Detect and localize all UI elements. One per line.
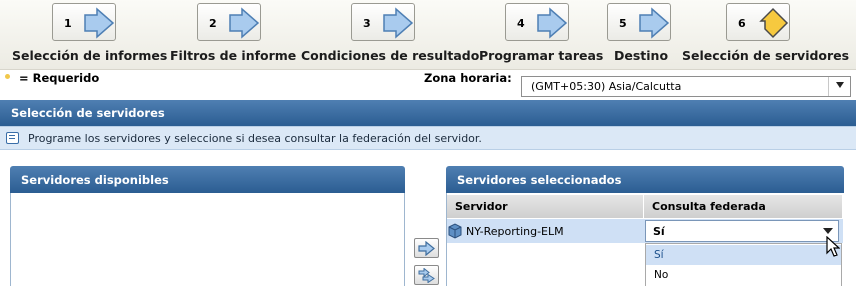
step-5-label: Destino [614,48,669,63]
table-row[interactable]: NY-Reporting-ELM Sí [447,219,843,243]
required-legend: = Requerido [19,71,100,85]
option-yes[interactable]: Sí [646,245,841,265]
federated-query-select[interactable]: Sí [645,220,839,242]
column-header-server[interactable]: Servidor [447,195,644,218]
timezone-label: Zona horaria: [424,71,512,85]
database-icon [448,223,462,239]
arrow-right-icon [537,7,568,39]
add-server-button[interactable] [414,238,439,258]
step-1-number: 1 [64,17,72,30]
wizard-steps: 1 Selección de informes 2 Filtros de inf… [0,0,856,70]
mouse-cursor-icon [826,236,840,257]
arrow-right-icon [229,7,260,39]
step-4-number: 4 [517,17,525,30]
arrow-right-icon [383,7,414,39]
step-3-number: 3 [363,17,371,30]
chevron-down-icon [823,228,833,234]
step-4[interactable]: 4 Programar tareas [478,3,603,67]
timezone-select[interactable]: (GMT+05:30) Asia/Calcutta [521,76,851,97]
message-icon [6,132,19,144]
step-2-box[interactable]: 2 [197,3,261,41]
step-3-box[interactable]: 3 [351,3,415,41]
federated-options-list: Sí No [645,243,842,286]
arrow-right-icon [418,241,435,256]
federated-query-value: Sí [653,225,665,238]
step-2-number: 2 [209,17,217,30]
info-bar: Programe los servidores y seleccione si … [0,126,856,150]
server-name: NY-Reporting-ELM [466,225,564,238]
section-title: Selección de servidores [0,100,856,126]
arrow-right-icon [639,7,670,39]
arrow-right-icon [84,7,115,39]
step-6-box[interactable]: 6 [726,3,790,41]
selected-servers-header: Servidores seleccionados [446,166,844,193]
add-all-servers-button[interactable] [414,265,439,285]
timezone-value: (GMT+05:30) Asia/Calcutta [531,80,682,93]
column-header-federated[interactable]: Consulta federada [644,195,843,218]
step-1-box[interactable]: 1 [52,3,116,41]
step-3[interactable]: 3 Condiciones de resultado [300,3,479,67]
chevron-down-icon [836,82,844,88]
step-4-label: Programar tareas [479,48,604,63]
step-5-box[interactable]: 5 [607,3,671,41]
step-5-number: 5 [619,17,627,30]
available-servers-list[interactable] [10,193,405,286]
step-6[interactable]: 6 Selección de servidores [682,3,852,67]
step-2-label: Filtros de informe [170,48,297,63]
step-5[interactable]: 5 Destino [607,3,677,67]
step-2[interactable]: 2 Filtros de informe [170,3,296,67]
timezone-dropdown-button[interactable] [828,77,850,96]
step-3-label: Condiciones de resultado [301,48,480,63]
step-1-label: Selección de informes [12,48,168,63]
step-6-number: 6 [738,17,746,30]
step-1[interactable]: 1 Selección de informes [0,3,170,67]
double-arrow-right-icon [418,268,435,283]
step-6-label: Selección de servidores [682,48,850,63]
options-row: = Requerido Zona horaria: (GMT+05:30) As… [0,70,856,100]
option-no[interactable]: No [646,265,841,285]
info-text: Programe los servidores y seleccione si … [28,132,482,145]
required-dot-icon [5,74,10,79]
diamond-arrow-icon [759,7,789,39]
step-4-box[interactable]: 4 [505,3,569,41]
available-servers-header: Servidores disponibles [10,166,405,193]
